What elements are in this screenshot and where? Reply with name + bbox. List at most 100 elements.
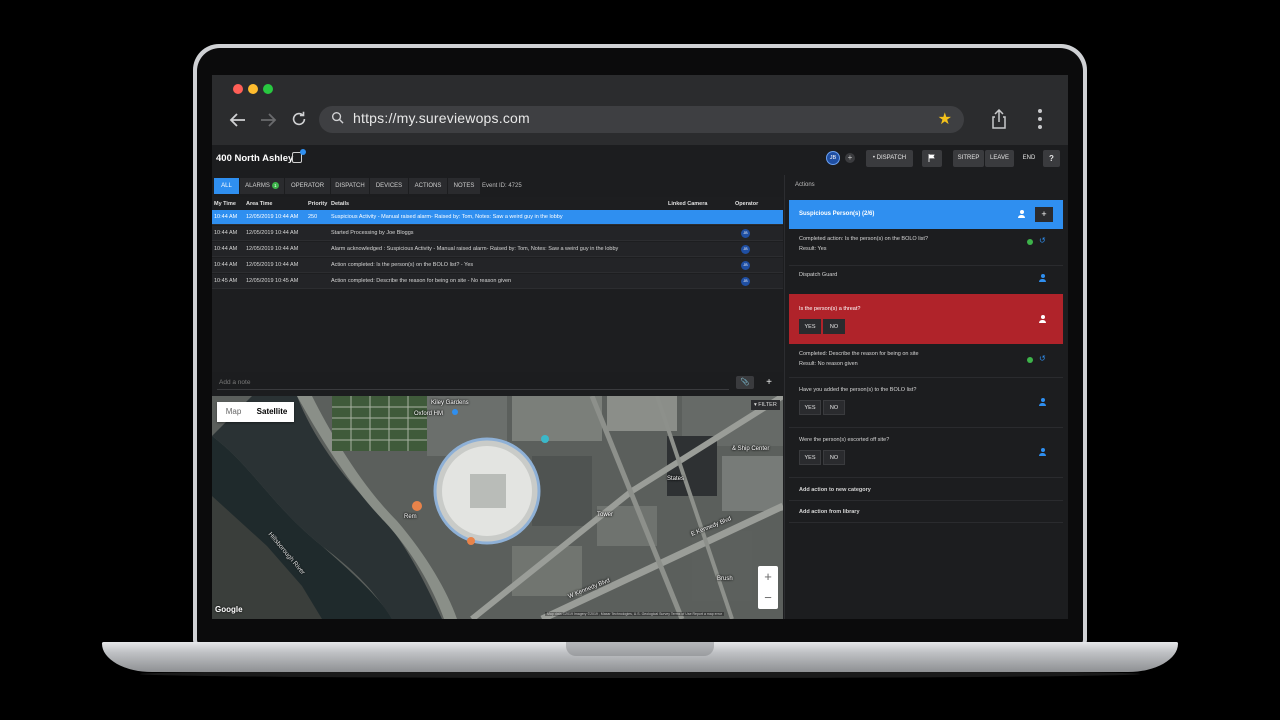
- add-note-button[interactable]: +: [764, 376, 774, 389]
- col-my-time[interactable]: My Time: [214, 201, 236, 207]
- map-type-satellite[interactable]: Satellite: [250, 402, 294, 422]
- cell-details: Started Processing by Joe Bloggs: [331, 230, 414, 236]
- action-text: Completed action: Is the person(s) on th…: [799, 236, 929, 242]
- tab-alarms[interactable]: ALARMS 1: [240, 178, 284, 194]
- sitrep-button[interactable]: SITREP: [953, 150, 984, 167]
- action-item-threat[interactable]: Is the person(s) a threat? YES NO: [789, 294, 1063, 344]
- zoom-control: + −: [758, 566, 778, 609]
- back-arrow-icon[interactable]: [228, 110, 248, 130]
- filter-button[interactable]: ▾ FILTER: [751, 400, 780, 410]
- dispatch-button[interactable]: • DISPATCH: [866, 150, 913, 167]
- completed-check-icon: [1027, 357, 1033, 363]
- flag-button[interactable]: [922, 150, 942, 167]
- more-menu-icon[interactable]: [1037, 109, 1043, 129]
- action-text: Were the person(s) escorted off site?: [799, 437, 890, 443]
- action-result: Result: No reason given: [799, 361, 858, 367]
- tab-devices[interactable]: DEVICES: [370, 178, 408, 194]
- map-type-map[interactable]: Map: [217, 402, 250, 422]
- note-input[interactable]: [217, 376, 729, 390]
- table-row[interactable]: 10:44 AM 12/05/2019 10:44 AM Started Pro…: [212, 226, 783, 241]
- person-icon[interactable]: [1039, 448, 1046, 456]
- tab-dispatch[interactable]: DISPATCH: [331, 178, 369, 194]
- action-text: Is the person(s) a threat?: [799, 306, 861, 312]
- paperclip-icon: 📎: [740, 379, 750, 386]
- add-user-button[interactable]: +: [845, 153, 855, 163]
- tab-notes[interactable]: NOTES: [448, 178, 480, 194]
- share-icon[interactable]: [990, 109, 1008, 129]
- end-button[interactable]: END: [1018, 150, 1040, 167]
- map-label-rem: Rem: [404, 514, 417, 520]
- url-text: https://my.sureviewops.com: [353, 110, 530, 126]
- yes-button[interactable]: YES: [799, 400, 821, 415]
- tab-alarms-label: ALARMS: [245, 183, 270, 189]
- bookmark-star-icon[interactable]: ★: [938, 109, 952, 129]
- no-button[interactable]: NO: [823, 450, 845, 465]
- cell-my-time: 10:44 AM: [214, 230, 238, 236]
- cell-details: Action completed: Is the person(s) on th…: [331, 262, 474, 268]
- completed-check-icon: [1027, 239, 1033, 245]
- map-label-oxford: Oxford HM: [414, 411, 444, 417]
- zoom-in-button[interactable]: +: [758, 566, 778, 587]
- category-add-button[interactable]: +: [1035, 207, 1053, 222]
- forward-arrow-icon[interactable]: [258, 110, 278, 130]
- attach-button[interactable]: 📎: [736, 376, 754, 389]
- person-icon[interactable]: [1039, 315, 1046, 323]
- table-row[interactable]: 10:44 AM 12/05/2019 10:44 AM Action comp…: [212, 258, 783, 273]
- note-bar: 📎 +: [212, 373, 783, 395]
- col-linked-camera[interactable]: Linked Camera: [668, 201, 707, 207]
- no-button[interactable]: NO: [823, 400, 845, 415]
- reload-icon[interactable]: [290, 110, 308, 128]
- yes-button[interactable]: YES: [799, 450, 821, 465]
- action-category-header[interactable]: Suspicious Person(s) (2/6) +: [789, 200, 1063, 229]
- col-area-time[interactable]: Area Time: [246, 201, 273, 207]
- action-item-reason-completed[interactable]: Completed: Describe the reason for being…: [789, 345, 1063, 378]
- close-window-button[interactable]: [233, 84, 243, 94]
- operator-avatar: JB: [741, 261, 750, 270]
- alarms-count-badge: 1: [271, 181, 279, 189]
- tab-all[interactable]: ALL: [214, 178, 239, 194]
- person-icon[interactable]: [1039, 274, 1046, 282]
- cell-details: Action completed: Describe the reason fo…: [331, 278, 512, 284]
- no-button[interactable]: NO: [823, 319, 845, 334]
- action-item-escorted[interactable]: Were the person(s) escorted off site? YE…: [789, 428, 1063, 478]
- event-tabs: ALL ALARMS 1 OPERATOR DISPATCH DEVICES AC…: [212, 175, 782, 197]
- person-icon[interactable]: [1039, 398, 1046, 406]
- table-row[interactable]: 10:44 AM 12/05/2019 10:44 AM 250 Suspici…: [212, 210, 783, 225]
- user-avatar[interactable]: JB: [826, 151, 840, 165]
- map-attribution: Map data ©2019 Imagery ©2019 , Maxar Tec…: [545, 612, 725, 616]
- address-bar[interactable]: https://my.sureviewops.com ★: [319, 106, 964, 133]
- table-row[interactable]: 10:45 AM 12/05/2019 10:45 AM Action comp…: [212, 274, 783, 289]
- zoom-out-button[interactable]: −: [758, 587, 778, 608]
- col-details[interactable]: Details: [331, 201, 349, 207]
- col-operator[interactable]: Operator: [735, 201, 758, 207]
- site-info-icon[interactable]: [292, 149, 306, 163]
- satellite-imagery: [212, 396, 783, 619]
- table-row[interactable]: 10:44 AM 12/05/2019 10:44 AM Alarm ackno…: [212, 242, 783, 257]
- action-item-dispatch-guard[interactable]: Dispatch Guard: [789, 266, 1063, 296]
- action-item-add-bolo[interactable]: Have you added the person(s) to the BOLO…: [789, 378, 1063, 428]
- maximize-window-button[interactable]: [263, 84, 273, 94]
- tab-operator[interactable]: OPERATOR: [285, 178, 330, 194]
- cell-my-time: 10:45 AM: [214, 278, 238, 284]
- action-text: Have you added the person(s) to the BOLO…: [799, 387, 917, 393]
- map-view[interactable]: Kiley Gardens Oxford HM Hillsborough Riv…: [212, 396, 783, 619]
- undo-icon[interactable]: ↺: [1039, 237, 1046, 245]
- yes-button[interactable]: YES: [799, 319, 821, 334]
- cell-area-time: 12/05/2019 10:44 AM: [246, 230, 299, 236]
- map-type-toggle: Map Satellite: [217, 402, 294, 422]
- col-priority[interactable]: Priority: [308, 201, 327, 207]
- help-button[interactable]: ?: [1043, 150, 1060, 167]
- action-result: Result: Yes: [799, 246, 827, 252]
- cell-details: Suspicious Activity - Manual raised alar…: [331, 214, 563, 220]
- cell-my-time: 10:44 AM: [214, 246, 238, 252]
- add-action-library-link[interactable]: Add action from library: [789, 502, 1063, 523]
- action-item-bolo-completed[interactable]: Completed action: Is the person(s) on th…: [789, 231, 1063, 266]
- tab-actions[interactable]: ACTIONS: [409, 178, 447, 194]
- map-label-brush: Brush: [717, 576, 733, 582]
- minimize-window-button[interactable]: [248, 84, 258, 94]
- undo-icon[interactable]: ↺: [1039, 355, 1046, 363]
- map-label-kiley-gardens: Kiley Gardens: [431, 400, 469, 406]
- search-icon: [331, 111, 344, 124]
- add-action-new-category-link[interactable]: Add action to new category: [789, 480, 1063, 501]
- leave-button[interactable]: LEAVE: [985, 150, 1014, 167]
